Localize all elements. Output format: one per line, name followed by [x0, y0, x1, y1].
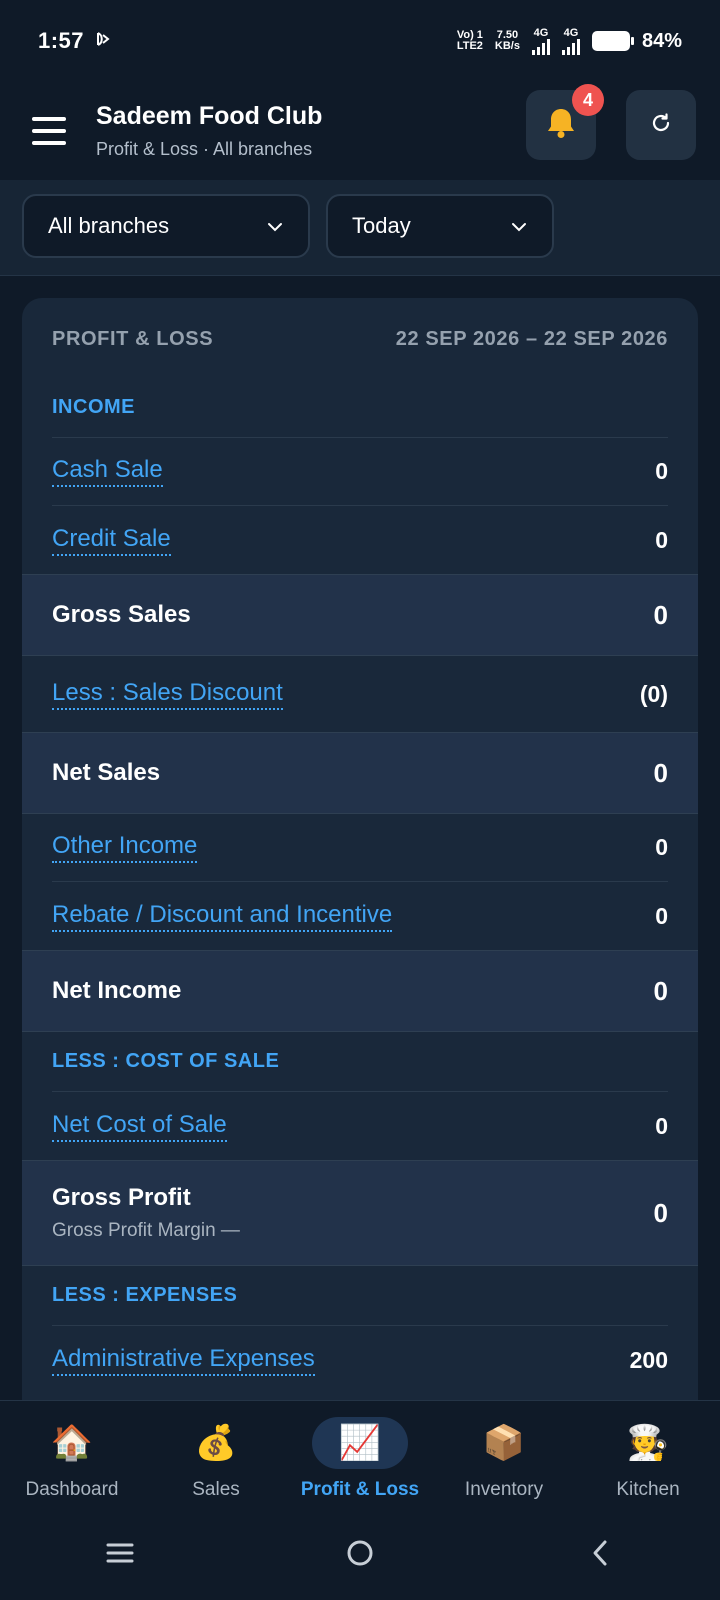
rebate-link[interactable]: Rebate / Discount and Incentive — [52, 901, 393, 932]
section-income: INCOME — [52, 378, 668, 438]
net-income-value: 0 — [653, 975, 668, 1006]
chevron-down-icon — [266, 213, 284, 239]
nav-label: Inventory — [464, 1479, 544, 1500]
branch-select[interactable]: All branches — [22, 194, 310, 258]
net-sales-label: Net Sales — [52, 759, 161, 786]
chef-icon: 🧑‍🍳 — [626, 1424, 670, 1462]
chevron-down-icon — [510, 213, 528, 239]
app-title: Sadeem Food Club — [96, 102, 323, 130]
status-bar: 1:57 Vo) 1 LTE2 7.50 KB/s 4G 4G 84% — [0, 0, 720, 82]
section-expenses: LESS : EXPENSES — [52, 1266, 668, 1326]
profit-loss-card: PROFIT & LOSS 22 SEP 2026 – 22 SEP 2026 … — [22, 298, 698, 1408]
other-income-link[interactable]: Other Income — [52, 832, 198, 863]
signal-bars-icon — [531, 38, 550, 55]
sim2-signal: 4G — [561, 27, 580, 55]
home-icon: 🏠 — [50, 1424, 94, 1462]
money-bag-icon: 💰 — [194, 1424, 238, 1462]
nav-inventory[interactable]: 📦 Inventory — [432, 1401, 576, 1510]
signal-bars-icon — [561, 38, 580, 55]
gross-profit-value: 0 — [653, 1197, 668, 1228]
refresh-button[interactable] — [626, 90, 696, 160]
row-credit-sale: Credit Sale 0 — [52, 506, 668, 574]
app-subtitle: Profit & Loss · All branches — [96, 139, 313, 159]
credit-sale-link[interactable]: Credit Sale — [52, 525, 171, 556]
nfc-icon — [94, 30, 112, 53]
nav-dashboard[interactable]: 🏠 Dashboard — [0, 1401, 144, 1510]
net-income-label: Net Income — [52, 977, 182, 1004]
row-net-income: Net Income 0 — [22, 950, 698, 1032]
sales-discount-value: (0) — [639, 680, 668, 707]
bell-icon — [542, 104, 580, 147]
refresh-icon — [649, 111, 673, 140]
net-sales-value: 0 — [653, 757, 668, 788]
notifications-button[interactable]: 4 — [526, 84, 604, 160]
recents-icon — [106, 1542, 134, 1569]
notification-count-badge: 4 — [572, 84, 604, 116]
home-button[interactable] — [330, 1525, 390, 1585]
filter-bar: All branches Today — [0, 180, 720, 276]
recents-button[interactable] — [90, 1525, 150, 1585]
credit-sale-value: 0 — [655, 526, 668, 553]
report-date-range: 22 SEP 2026 – 22 SEP 2026 — [395, 328, 668, 350]
row-other-income: Other Income 0 — [52, 814, 668, 882]
row-rebate: Rebate / Discount and Incentive 0 — [52, 882, 668, 950]
network-indicator: Vo) 1 LTE2 — [456, 29, 483, 52]
nav-label: Profit & Loss — [300, 1479, 420, 1500]
back-chevron-icon — [590, 1539, 610, 1572]
other-income-value: 0 — [655, 834, 668, 860]
nav-label: Kitchen — [616, 1479, 680, 1500]
network-speed: 7.50 KB/s — [494, 29, 520, 52]
net-cost-value: 0 — [655, 1112, 668, 1139]
app-header: Sadeem Food Club Profit & Loss · All bra… — [0, 82, 720, 180]
gross-profit-label: Gross Profit — [52, 1184, 191, 1211]
hamburger-menu-icon[interactable] — [32, 117, 66, 145]
system-navigation — [0, 1510, 720, 1600]
back-button[interactable] — [570, 1525, 630, 1585]
row-gross-profit: Gross Profit Gross Profit Margin — 0 — [22, 1160, 698, 1266]
nav-label: Sales — [192, 1479, 240, 1500]
gross-sales-label: Gross Sales — [52, 601, 191, 628]
net-cost-link[interactable]: Net Cost of Sale — [52, 1111, 227, 1142]
nav-label: Dashboard — [25, 1479, 119, 1500]
row-sales-discount: Less : Sales Discount (0) — [52, 656, 668, 732]
rebate-value: 0 — [655, 902, 668, 929]
card-header: PROFIT & LOSS 22 SEP 2026 – 22 SEP 2026 — [22, 298, 698, 378]
section-cost-of-sale: LESS : COST OF SALE — [52, 1032, 668, 1092]
row-net-cost: Net Cost of Sale 0 — [52, 1092, 668, 1160]
branch-select-value: All branches — [48, 213, 170, 238]
nav-kitchen[interactable]: 🧑‍🍳 Kitchen — [576, 1401, 720, 1510]
row-admin-expenses: Administrative Expenses 200 — [52, 1326, 668, 1394]
sim1-signal: 4G — [531, 27, 550, 55]
row-gross-sales: Gross Sales 0 — [22, 574, 698, 656]
status-time: 1:57 — [38, 28, 85, 53]
nav-sales[interactable]: 💰 Sales — [144, 1401, 288, 1510]
cash-sale-value: 0 — [655, 458, 668, 484]
period-select[interactable]: Today — [326, 194, 554, 258]
gross-sales-value: 0 — [653, 599, 668, 630]
period-select-value: Today — [352, 213, 411, 238]
row-net-sales: Net Sales 0 — [22, 732, 698, 814]
package-icon: 📦 — [482, 1424, 526, 1462]
admin-expenses-link[interactable]: Administrative Expenses — [52, 1345, 315, 1376]
battery-icon — [591, 31, 634, 51]
row-cash-sale: Cash Sale 0 — [52, 438, 668, 506]
battery-percent: 84% — [641, 29, 682, 52]
chart-up-icon: 📈 — [312, 1417, 408, 1469]
gross-profit-margin: Gross Profit Margin — — [52, 1220, 240, 1241]
cash-sale-link[interactable]: Cash Sale — [52, 456, 163, 487]
nav-profit-loss[interactable]: 📈 Profit & Loss — [288, 1401, 432, 1510]
admin-expenses-value: 200 — [629, 1346, 668, 1373]
bottom-navigation: 🏠 Dashboard 💰 Sales 📈 Profit & Loss 📦 In… — [0, 1400, 720, 1510]
circle-icon — [346, 1539, 374, 1572]
report-title: PROFIT & LOSS — [52, 328, 214, 350]
sales-discount-link[interactable]: Less : Sales Discount — [52, 679, 283, 710]
